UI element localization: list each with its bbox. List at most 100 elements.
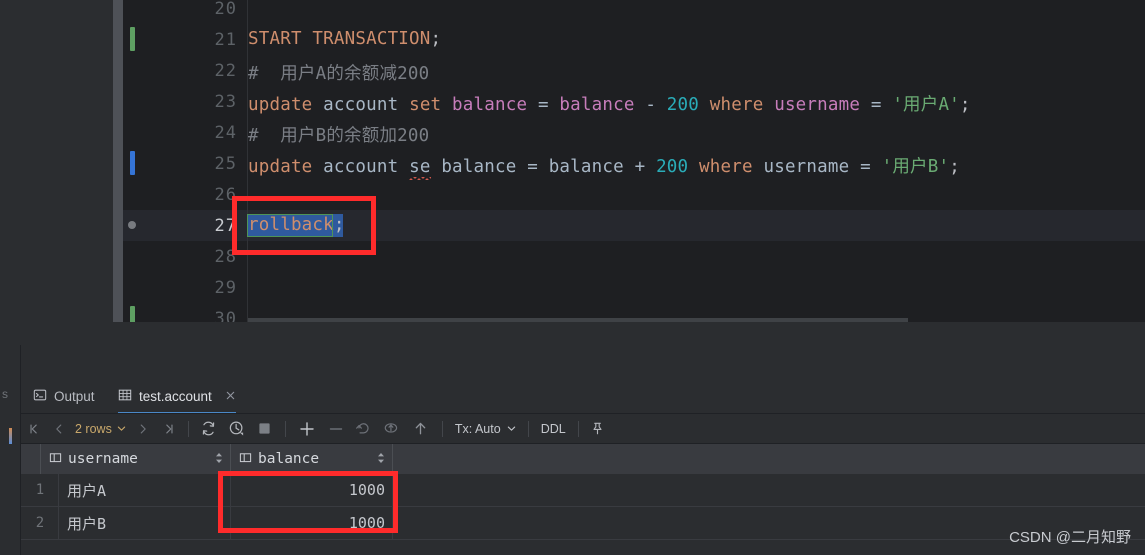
next-page-icon[interactable] — [130, 415, 156, 442]
code-token: where — [709, 95, 764, 115]
reload-icon[interactable] — [195, 415, 223, 442]
first-page-icon[interactable] — [21, 415, 47, 442]
table-row[interactable]: 1 用户A 1000 — [21, 474, 1145, 506]
code-token: balance — [452, 95, 528, 115]
chevron-down-icon — [117, 422, 126, 436]
code-token: '用户A' — [892, 95, 960, 115]
table-row[interactable]: 2 用户B 1000 — [21, 507, 1145, 539]
result-tabs: Output test.account — [21, 381, 1145, 414]
vcs-change-marker-green[interactable] — [130, 27, 135, 51]
code-token: - — [634, 95, 667, 115]
toolbar-separator-4 — [527, 420, 529, 437]
tool-window-sidebar-marker — [9, 428, 12, 444]
code-token: = — [849, 157, 882, 177]
console-icon — [33, 388, 47, 405]
code-token: balance — [559, 95, 635, 115]
line-number: 20 — [214, 0, 237, 19]
editor-code-area[interactable]: START TRANSACTION; # 用户A的余额减200 update acc… — [247, 0, 1145, 322]
code-line[interactable]: # 用户B的余额加200 — [248, 122, 429, 147]
line-number: 29 — [214, 278, 237, 298]
code-token: ; — [959, 95, 971, 115]
grid-column-divider — [58, 474, 59, 540]
line-number: 26 — [214, 185, 237, 205]
toolbar-separator-2 — [284, 420, 286, 437]
last-page-icon[interactable] — [156, 415, 182, 442]
code-token: set — [409, 95, 442, 115]
editor-horizontal-scrollbar[interactable] — [248, 318, 908, 322]
minus-icon[interactable] — [322, 415, 350, 442]
plus-icon[interactable] — [292, 415, 322, 442]
services-tool-window: s Output test.account 2 rows Tx: Auto DD… — [0, 345, 1145, 555]
grid-column-divider — [230, 474, 231, 540]
gutter-run-marker-icon[interactable] — [128, 221, 136, 229]
row-number: 1 — [35, 482, 45, 498]
rows-count-dropdown[interactable]: 2 rows — [71, 415, 130, 442]
grid-header-balance[interactable]: balance — [231, 444, 393, 474]
code-line[interactable]: update account se balance = balance + 20… — [248, 153, 960, 178]
code-line[interactable]: START TRANSACTION; — [248, 29, 441, 49]
line-number: 25 — [214, 154, 237, 174]
transaction-mode-label: Tx: Auto — [454, 421, 501, 436]
line-number: 27 — [214, 216, 237, 236]
row-number: 2 — [35, 515, 45, 531]
cell-balance[interactable]: 1000 — [231, 507, 393, 539]
prev-page-icon[interactable] — [47, 415, 71, 442]
pin-icon[interactable] — [585, 415, 611, 442]
cell-username[interactable]: 用户B — [59, 507, 231, 539]
grid-header-username[interactable]: username — [41, 444, 231, 474]
code-line[interactable]: rollback; — [248, 215, 345, 235]
code-token: ; — [949, 157, 960, 177]
editor-gutter[interactable]: 20 21 22 23 24 25 26 27 28 29 30 — [123, 0, 247, 322]
stop-icon[interactable] — [251, 415, 279, 442]
sort-arrows-icon[interactable] — [377, 452, 385, 466]
grid-row-divider — [21, 539, 1145, 540]
code-token: where — [699, 157, 753, 177]
code-token: rollback — [248, 215, 334, 235]
code-token: ; — [430, 29, 442, 49]
ddl-button[interactable]: DDL — [535, 415, 572, 442]
close-icon[interactable] — [225, 389, 236, 404]
code-line[interactable]: # 用户A的余额减200 — [248, 60, 429, 85]
code-token: '用户B' — [881, 157, 950, 177]
code-token: balance — [548, 157, 624, 177]
revert-eye-icon[interactable] — [378, 415, 406, 442]
line-number: 22 — [214, 61, 237, 81]
sql-editor[interactable]: 20 21 22 23 24 25 26 27 28 29 30 START TRANSACTION… — [123, 0, 1145, 322]
tab-test-account[interactable]: test.account — [118, 381, 236, 414]
cell-balance[interactable]: 1000 — [231, 474, 393, 506]
grid-header-balance-label: balance — [258, 451, 320, 467]
cell-username[interactable]: 用户A — [59, 474, 231, 506]
sort-arrows-icon[interactable] — [215, 452, 223, 466]
submit-up-arrow-icon[interactable] — [406, 415, 436, 442]
vcs-change-marker-blue[interactable] — [130, 151, 135, 175]
panel-splitter[interactable] — [113, 0, 123, 322]
code-token: username — [763, 157, 850, 177]
history-clock-icon[interactable] — [223, 415, 251, 442]
tool-window-sidebar[interactable]: s — [0, 345, 20, 555]
code-line[interactable]: update account set balance = balance - 2… — [248, 91, 971, 116]
toolbar-separator-5 — [577, 420, 579, 437]
toolbar-separator-3 — [441, 420, 443, 437]
code-token: + — [623, 157, 657, 177]
toolbar-separator — [187, 420, 189, 437]
code-token: ; — [333, 215, 345, 235]
revert-icon[interactable] — [350, 415, 378, 442]
left-side-panel — [0, 0, 113, 345]
line-number: 28 — [214, 247, 237, 267]
transaction-mode-dropdown[interactable]: Tx: Auto — [449, 415, 522, 442]
code-token: username — [774, 95, 861, 115]
line-number: 30 — [214, 309, 237, 322]
code-token: # 用户B的余额加200 — [248, 126, 430, 146]
current-line-highlight — [248, 210, 1145, 241]
grid-header-rownum-cell — [21, 444, 41, 474]
result-grid[interactable]: username balance 1 用户A 1000 2 用户B 1000 — [21, 444, 1145, 555]
vcs-change-marker-green[interactable] — [130, 306, 135, 322]
tab-output[interactable]: Output — [33, 381, 95, 411]
